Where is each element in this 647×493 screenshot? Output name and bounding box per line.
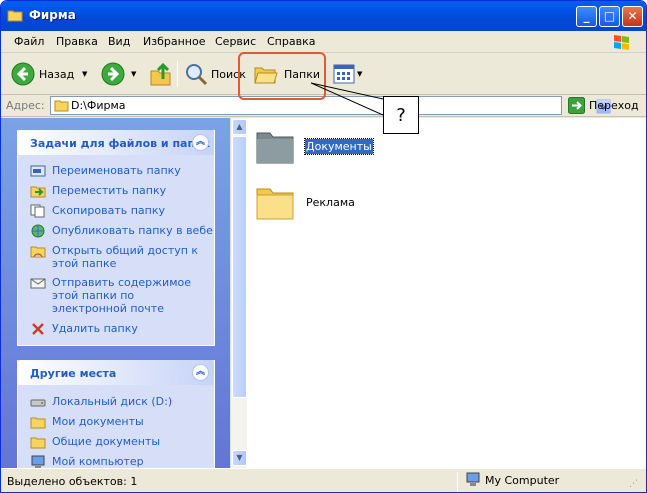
task-email[interactable]: Отправить содержимое этой папки по элект…	[30, 276, 200, 315]
collapse-icon[interactable]: ︽	[192, 364, 209, 381]
folder-icon	[256, 132, 294, 164]
task-copy[interactable]: Скопировать папку	[30, 204, 165, 218]
folder-icon	[54, 100, 69, 112]
other-places-title: Другие места	[30, 367, 117, 380]
go-label: Переход	[589, 99, 639, 112]
folder-up-icon	[150, 62, 171, 86]
task-pane-scrollbar[interactable]: ▲ ▼	[230, 118, 247, 468]
scroll-thumb[interactable]	[232, 136, 247, 398]
file-tasks-panel: Задачи для файлов и папок ︽ Переименоват…	[17, 130, 215, 346]
minimize-icon: _	[583, 9, 590, 23]
menu-view[interactable]: Вид	[108, 35, 130, 48]
go-arrow-icon	[568, 97, 585, 114]
close-icon: ✕	[627, 9, 638, 23]
place-local-disk[interactable]: Локальный диск (D:)	[30, 395, 172, 409]
folder-item-documents[interactable]: Документы	[255, 127, 374, 165]
menu-file[interactable]: Файл	[14, 35, 44, 48]
window-title: Фирма	[29, 8, 76, 22]
folder-icon	[30, 417, 46, 429]
menu-edit[interactable]: Правка	[56, 35, 98, 48]
place-my-documents[interactable]: Мои документы	[30, 415, 144, 429]
task-publish-web[interactable]: Опубликовать папку в вебе	[30, 224, 213, 238]
rename-icon	[30, 165, 46, 177]
folder-label: Документы	[304, 137, 374, 155]
folder-icon	[7, 10, 23, 22]
folder-label: Реклама	[306, 195, 355, 209]
other-places-header[interactable]: Другие места ︽	[18, 360, 214, 385]
callout-pointer	[311, 82, 384, 116]
task-label: Отправить содержимое этой папки по элект…	[52, 276, 191, 315]
address-value: D:\Фирма	[71, 99, 126, 112]
computer-icon	[31, 455, 45, 468]
task-share[interactable]: Открыть общий доступ к этой папке	[30, 244, 200, 270]
status-zone-label: My Computer	[485, 473, 560, 487]
scroll-up-icon[interactable]: ▲	[232, 119, 247, 135]
task-pane: Задачи для файлов и папок ︽ Переименоват…	[1, 118, 230, 468]
status-divider	[457, 472, 458, 492]
disk-icon	[30, 399, 46, 407]
task-label: Опубликовать папку в вебе	[52, 224, 213, 237]
collapse-icon[interactable]: ︽	[192, 134, 209, 151]
address-label: Адрес:	[6, 99, 45, 112]
place-label: Локальный диск (D:)	[52, 395, 173, 408]
forward-arrow-icon	[101, 62, 125, 86]
place-label: Мои документы	[52, 415, 144, 428]
go-button[interactable]: Переход	[568, 97, 639, 114]
folder-item-advertising[interactable]: Реклама	[255, 183, 356, 221]
folder-icon	[30, 437, 46, 449]
windows-logo-icon	[614, 35, 629, 50]
search-button[interactable]: Поиск	[184, 59, 246, 89]
status-selection: Выделено объектов: 1	[7, 475, 138, 488]
status-zone: My Computer	[465, 472, 559, 488]
search-icon	[186, 64, 208, 86]
folder-icon	[256, 188, 294, 220]
file-tasks-title: Задачи для файлов и папок	[30, 137, 211, 150]
place-my-computer[interactable]: Мой компьютер	[30, 455, 144, 468]
close-button[interactable]: ✕	[622, 6, 643, 27]
question-callout: ?	[383, 96, 419, 134]
task-label: Переместить папку	[52, 184, 167, 197]
forward-dropdown-icon[interactable]: ▼	[131, 70, 136, 78]
task-move[interactable]: Переместить папку	[30, 184, 166, 198]
resize-grip-icon[interactable]: ⋰	[629, 479, 638, 489]
folder-view: Документы Реклама	[247, 118, 646, 468]
explorer-window: Фирма _ □ ✕ Файл Правка Вид Избранное Се…	[0, 0, 647, 493]
menu-help[interactable]: Справка	[267, 35, 315, 48]
menu-tools[interactable]: Сервис	[215, 35, 256, 48]
back-button[interactable]: Назад	[11, 59, 74, 89]
maximize-icon: □	[603, 9, 616, 23]
task-label: Переименовать папку	[52, 164, 181, 177]
maximize-button[interactable]: □	[599, 6, 620, 27]
scroll-down-icon[interactable]: ▼	[232, 450, 247, 466]
views-dropdown-icon: ▼	[357, 70, 363, 78]
task-delete[interactable]: Удалить папку	[30, 322, 138, 336]
up-button[interactable]	[149, 59, 173, 89]
place-label: Мой компьютер	[52, 455, 144, 468]
task-label: Скопировать папку	[52, 204, 165, 217]
task-label: Открыть общий доступ к этой папке	[52, 244, 199, 270]
place-shared-documents[interactable]: Общие документы	[30, 435, 160, 449]
email-icon	[30, 278, 46, 289]
title-bar[interactable]: Фирма _ □ ✕	[1, 1, 646, 31]
delete-icon	[32, 323, 44, 335]
task-rename[interactable]: Переименовать папку	[30, 164, 181, 178]
task-label: Удалить папку	[52, 322, 138, 335]
minimize-button[interactable]: _	[576, 6, 597, 27]
back-arrow-icon	[11, 62, 35, 86]
back-label: Назад	[39, 67, 75, 81]
place-label: Общие документы	[52, 435, 161, 448]
back-dropdown-icon[interactable]: ▼	[82, 70, 87, 78]
web-publish-icon	[31, 224, 45, 238]
other-places-panel: Другие места ︽ Локальный диск (D:) Мои д…	[17, 360, 215, 468]
status-bar: Выделено объектов: 1 My Computer ⋰	[1, 468, 646, 492]
menu-bar: Файл Правка Вид Избранное Сервис Справка	[1, 31, 646, 53]
share-icon	[30, 246, 46, 258]
computer-icon	[466, 472, 480, 486]
file-tasks-header[interactable]: Задачи для файлов и папок ︽	[18, 130, 214, 155]
move-icon	[30, 186, 46, 198]
copy-icon	[30, 204, 45, 218]
menu-favorites[interactable]: Избранное	[143, 35, 205, 48]
toolbar-separator	[177, 61, 178, 87]
forward-button[interactable]	[101, 59, 125, 89]
